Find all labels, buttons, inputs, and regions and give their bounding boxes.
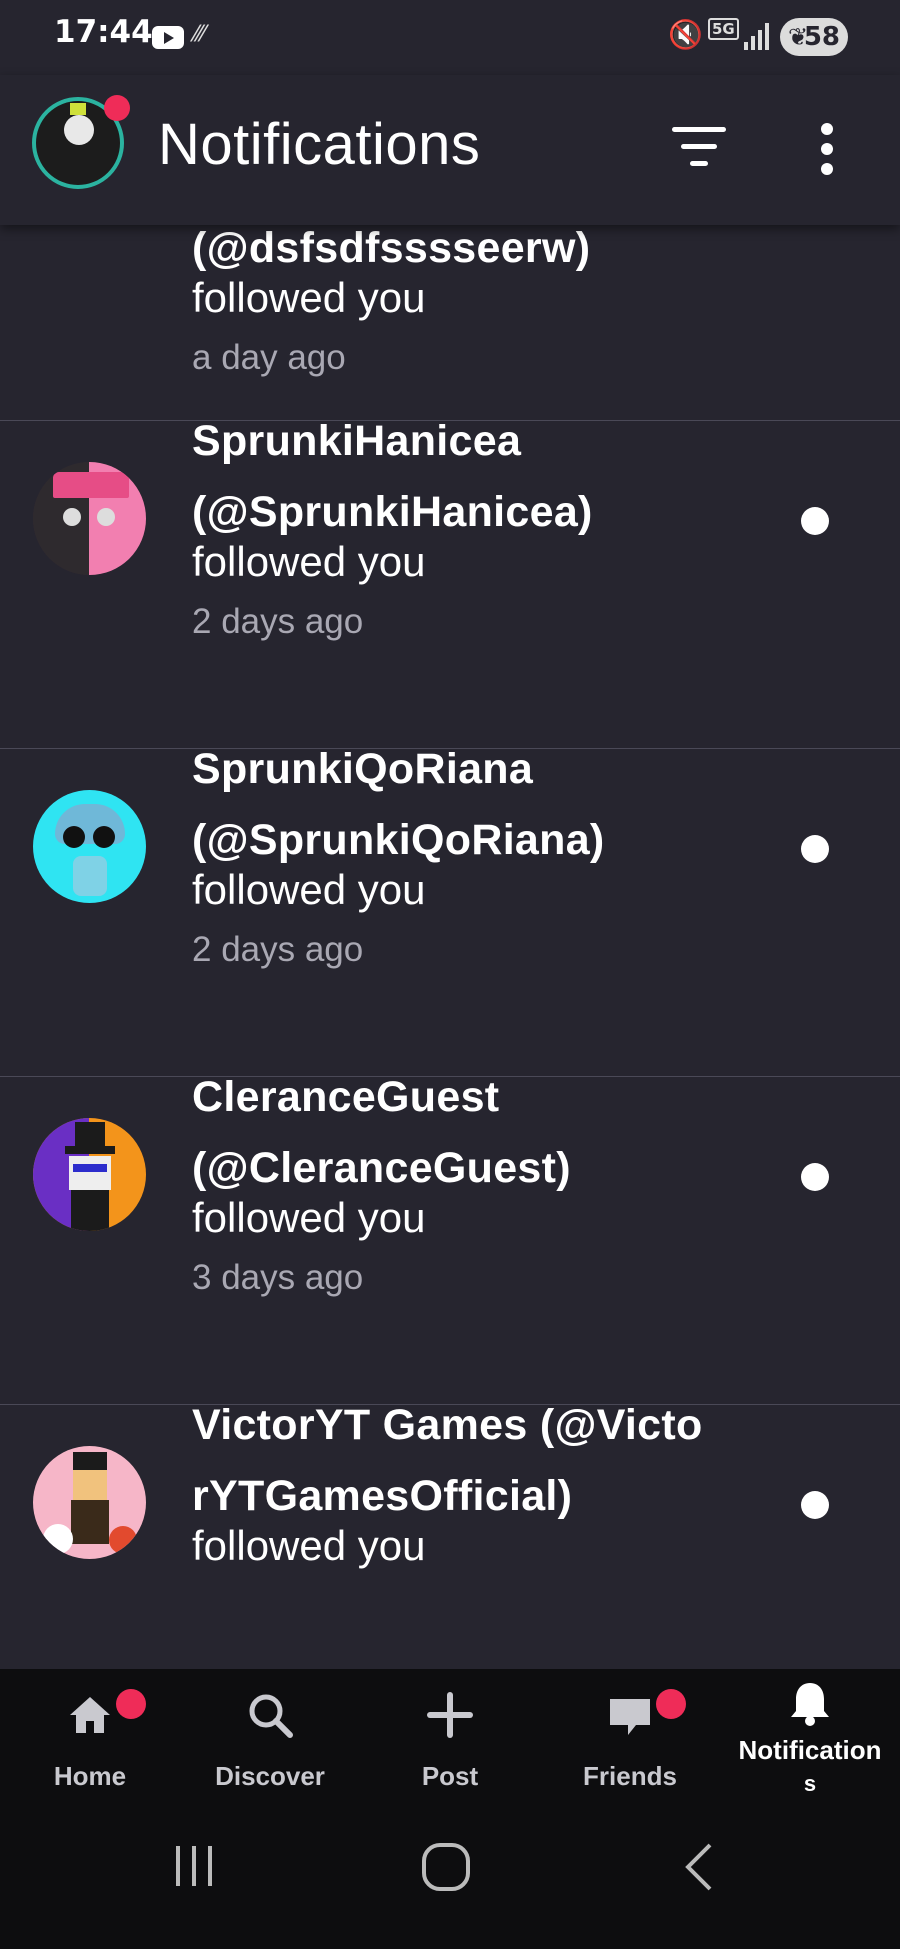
notification-username: CleranceGuest — [192, 1073, 500, 1121]
notification-action: followed you — [192, 1522, 426, 1569]
notification-item[interactable]: CleranceGuest (@CleranceGuest) followed … — [0, 1073, 900, 1405]
notification-action: followed you — [192, 866, 426, 913]
nav-notifications[interactable]: Notification s — [720, 1669, 900, 1799]
home-button-icon[interactable] — [420, 1841, 472, 1893]
notification-item[interactable]: VictorYT Games (@Victo rYTGamesOfficial)… — [0, 1401, 900, 1669]
friends-badge — [656, 1689, 686, 1719]
search-icon — [249, 1694, 293, 1738]
youtube-icon — [152, 26, 184, 49]
user-avatar[interactable] — [33, 1446, 146, 1559]
signal-icon — [744, 22, 770, 50]
home-icon — [70, 1697, 110, 1733]
battery-indicator: ❦ 58 — [780, 18, 848, 56]
mute-icon: 🔇 — [668, 18, 703, 51]
app-bar: Notifications — [0, 75, 900, 225]
notification-item[interactable]: SprunkiQoRiana (@SprunkiQoRiana) followe… — [0, 745, 900, 1077]
unread-dot — [801, 835, 829, 863]
system-nav-bar — [0, 1799, 900, 1949]
notification-username: VictorYT Games (@Victo — [192, 1401, 703, 1449]
status-bar: 17:44 ⁄⁄⁄ 🔇 5G ❦ 58 — [0, 0, 900, 75]
nav-home[interactable]: Home — [0, 1669, 180, 1799]
nav-discover[interactable]: Discover — [180, 1669, 360, 1799]
nav-home-label: Home — [53, 1761, 127, 1791]
unread-dot — [801, 507, 829, 535]
back-icon[interactable] — [680, 1841, 720, 1893]
status-time: 17:44 — [54, 14, 153, 50]
nav-notifications-label-wrap: s — [803, 1771, 817, 1796]
nav-notifications-label: Notification — [738, 1735, 882, 1765]
recent-apps-icon[interactable] — [170, 1841, 220, 1891]
nav-friends-label: Friends — [583, 1761, 677, 1791]
network-type-label: 5G — [708, 18, 739, 40]
nav-post-label: Post — [421, 1761, 479, 1791]
user-avatar[interactable] — [33, 790, 146, 903]
notification-time: 2 days ago — [192, 930, 364, 969]
user-avatar[interactable] — [33, 462, 146, 575]
profile-badge — [104, 95, 130, 121]
user-avatar[interactable] — [33, 1118, 146, 1231]
notification-indicator-icon: ⁄⁄⁄ — [194, 22, 206, 47]
notification-time: 3 days ago — [192, 1258, 364, 1297]
chat-bubble-icon — [610, 1699, 650, 1735]
notification-item[interactable]: (@dsfsdfsssseerw) followed you a day ago — [0, 225, 900, 421]
home-badge — [116, 1689, 146, 1719]
nav-post[interactable]: Post — [360, 1669, 540, 1799]
bell-icon — [791, 1683, 829, 1726]
notification-time: 2 days ago — [192, 602, 364, 641]
battery-level: 58 — [803, 22, 840, 52]
notification-action: followed you — [192, 1194, 426, 1241]
more-options-icon[interactable] — [820, 123, 834, 175]
bottom-nav: Home Discover Post Friends Notification … — [0, 1669, 900, 1799]
avatar-face — [64, 115, 94, 145]
notification-username: SprunkiHanicea — [192, 417, 522, 465]
page-title: Notifications — [158, 112, 481, 177]
notification-list[interactable]: (@dsfsdfsssseerw) followed you a day ago… — [0, 225, 900, 1669]
plus-icon — [427, 1692, 473, 1738]
notification-action: followed you — [192, 538, 426, 585]
notification-username: SprunkiQoRiana — [192, 745, 534, 793]
nav-discover-label: Discover — [215, 1761, 325, 1791]
unread-dot — [801, 1491, 829, 1519]
nav-friends[interactable]: Friends — [540, 1669, 720, 1799]
crown-icon — [70, 103, 86, 115]
battery-saver-icon: ❦ — [788, 23, 809, 51]
notification-item[interactable]: SprunkiHanicea (@SprunkiHanicea) followe… — [0, 417, 900, 749]
notification-action: followed you — [192, 274, 426, 321]
unread-dot — [801, 1163, 829, 1191]
filter-icon[interactable] — [672, 127, 726, 171]
notification-time: a day ago — [192, 338, 346, 377]
